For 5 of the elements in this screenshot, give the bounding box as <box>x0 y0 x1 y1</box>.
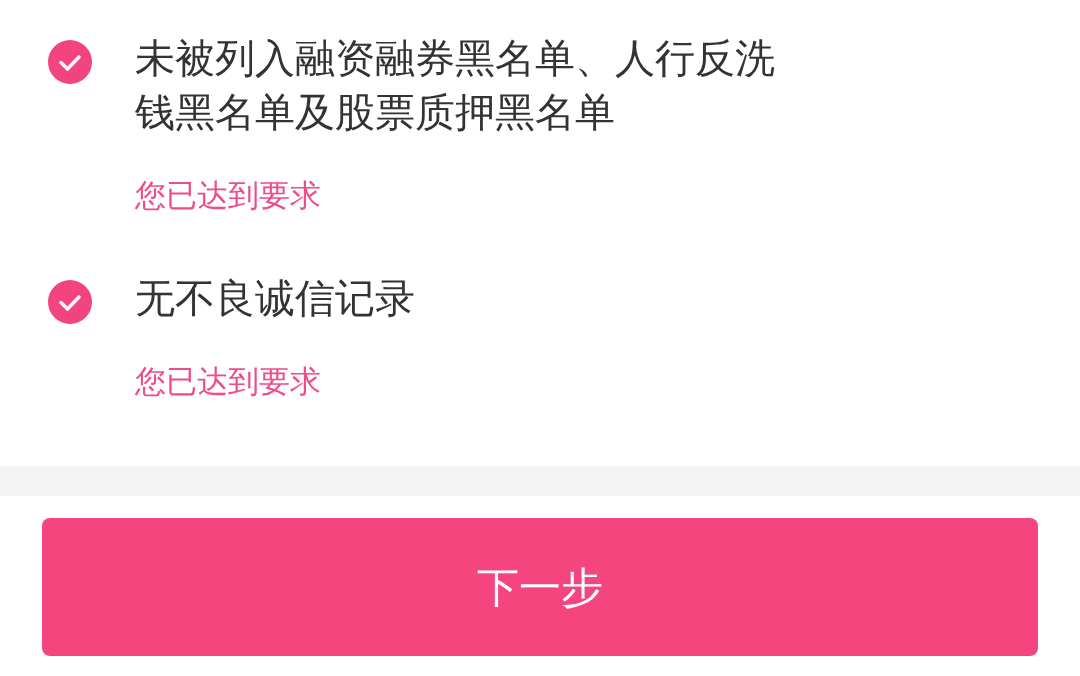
requirement-status: 您已达到要求 <box>135 362 322 401</box>
requirement-title: 未被列入融资融券黑名单、人行反洗钱黑名单及股票质押黑名单 <box>135 34 776 137</box>
requirement-title: 无不良诚信记录 <box>135 274 416 323</box>
requirement-status: 您已达到要求 <box>135 176 322 215</box>
next-button[interactable]: 下一步 <box>42 518 1038 656</box>
